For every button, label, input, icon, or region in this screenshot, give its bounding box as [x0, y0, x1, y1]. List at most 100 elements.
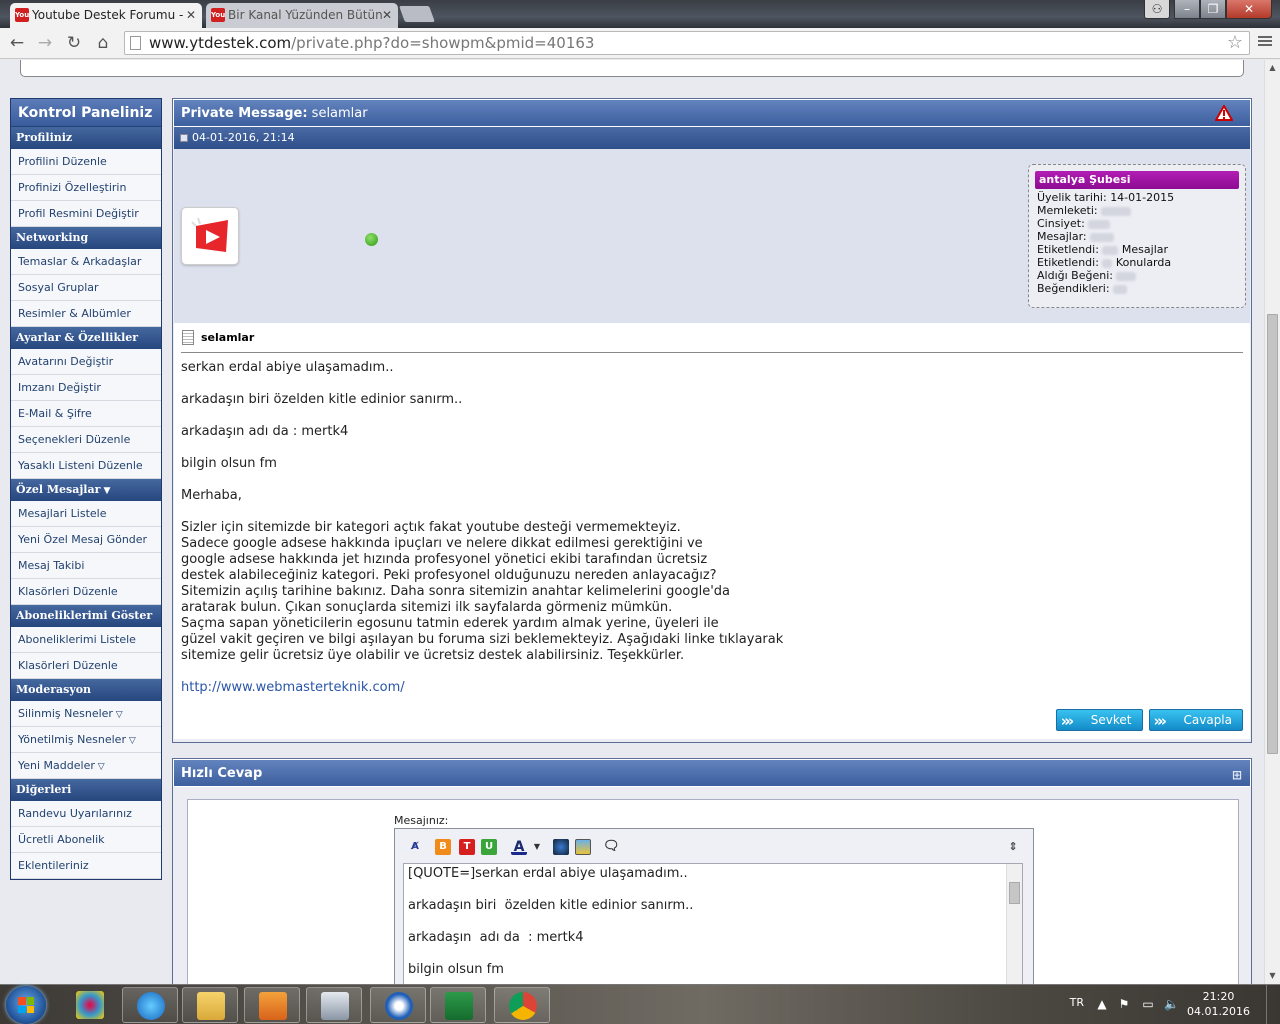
- home-icon[interactable]: ⌂: [92, 32, 114, 54]
- editor-scrollbar[interactable]: [1006, 864, 1022, 984]
- forward-arrow-icon[interactable]: →: [34, 32, 56, 54]
- sidebar-item[interactable]: Klasörleri Düzenle: [11, 579, 161, 605]
- quick-reply-panel: Hızlı Cevap ⊞ Mesajınız: A̸ B T U A ▼ 🗨 …: [172, 758, 1252, 984]
- back-arrow-icon[interactable]: ←: [6, 32, 28, 54]
- clock-time: 21:20: [1202, 990, 1235, 1003]
- sidebar-item[interactable]: Yeni Maddeler ▽: [11, 753, 161, 779]
- volume-icon[interactable]: 🔈: [1164, 998, 1179, 1010]
- tab-title: Youtube Destek Forumu -: [32, 8, 184, 22]
- sidebar-item[interactable]: Profil Resmini Değiştir: [11, 201, 161, 227]
- scroll-down-icon[interactable]: ▼: [1265, 968, 1280, 984]
- maximize-button[interactable]: ❐: [1200, 0, 1226, 19]
- bold-icon[interactable]: B: [435, 839, 451, 855]
- remove-format-icon[interactable]: A̸: [407, 839, 423, 855]
- insert-image-icon[interactable]: [575, 839, 591, 855]
- action-center-flag-icon[interactable]: ⚑: [1118, 998, 1130, 1010]
- sidebar-item[interactable]: Eklentileriniz: [11, 853, 161, 879]
- quote-icon[interactable]: 🗨: [603, 839, 620, 855]
- reply-button[interactable]: »» Cavapla: [1148, 709, 1243, 731]
- taskbar-app[interactable]: [182, 987, 238, 1023]
- control-panel-sidebar: Kontrol Paneliniz Profiliniz Profilini Dü…: [10, 98, 162, 880]
- chevron-down-icon[interactable]: ▼: [529, 839, 545, 855]
- dropdown-arrow-icon[interactable]: ▽: [126, 736, 136, 746]
- profile-icon[interactable]: ⚇: [1144, 0, 1170, 19]
- page-scrollbar[interactable]: ▲ ▼: [1264, 60, 1280, 984]
- tab-bir-kanal[interactable]: You Bir Kanal Yüzünden Bütün ✕: [206, 3, 398, 28]
- close-tab-icon[interactable]: ✕: [186, 3, 196, 27]
- collapse-icon[interactable]: ⊞: [1232, 761, 1242, 789]
- insert-link-icon[interactable]: [553, 839, 569, 855]
- sidebar-item[interactable]: Yasaklı Listeni Düzenle: [11, 453, 161, 479]
- redacted-value: [1088, 219, 1111, 229]
- scroll-up-icon[interactable]: ▲: [1265, 60, 1280, 76]
- username[interactable]: antalya Şubesi: [1035, 171, 1239, 189]
- sidebar-item-label: Yönetilmiş Nesneler: [18, 733, 126, 746]
- sidebar-item[interactable]: Sosyal Gruplar: [11, 275, 161, 301]
- sidebar-item[interactable]: Imzanı Değiştir: [11, 375, 161, 401]
- dropdown-arrow-icon[interactable]: ▽: [95, 762, 105, 772]
- sidebar-item[interactable]: Temaslar & Arkadaşlar: [11, 249, 161, 275]
- font-color-icon[interactable]: A: [511, 839, 527, 855]
- taskbar-app[interactable]: [430, 987, 486, 1023]
- tab-youtube-destek[interactable]: You Youtube Destek Forumu - ✕: [10, 3, 202, 28]
- resize-editor-icon[interactable]: ⇕: [1005, 839, 1021, 855]
- minimize-button[interactable]: –: [1174, 0, 1200, 19]
- address-bar[interactable]: www.ytdestek.com/private.php?do=showpm&p…: [124, 31, 1250, 55]
- taskbar-app[interactable]: [244, 987, 300, 1023]
- close-window-button[interactable]: ✕: [1226, 0, 1272, 19]
- language-indicator[interactable]: TR: [1070, 996, 1084, 1009]
- close-tab-icon[interactable]: ✕: [382, 3, 392, 27]
- message-line: [181, 664, 1243, 680]
- sidebar-item[interactable]: Klasörleri Düzenle: [11, 653, 161, 679]
- sidebar-section-heading[interactable]: Aboneliklerimi Göster ▼: [11, 605, 161, 645]
- taskbar-app[interactable]: [370, 987, 426, 1023]
- sidebar-item[interactable]: Profinizi Özelleştirin: [11, 175, 161, 201]
- avatar[interactable]: [181, 207, 239, 265]
- show-desktop-button[interactable]: [1266, 985, 1280, 1024]
- chevron-down-icon[interactable]: ▼: [100, 486, 111, 496]
- network-icon[interactable]: ▭: [1142, 998, 1154, 1010]
- sidebar-item[interactable]: Ücretli Abonelik: [11, 827, 161, 853]
- sidebar-section-heading: Moderasyon: [11, 679, 161, 701]
- sidebar-item[interactable]: Aboneliklerimi Listele: [11, 627, 161, 653]
- message-link[interactable]: http://www.webmasterteknik.com/: [181, 680, 405, 695]
- sidebar-item[interactable]: Yeni Özel Mesaj Gönder: [11, 527, 161, 553]
- reload-icon[interactable]: ↻: [63, 32, 85, 54]
- italic-icon[interactable]: T: [459, 839, 475, 855]
- sidebar-item[interactable]: Randevu Uyarılarınız: [11, 801, 161, 827]
- sidebar-item[interactable]: Seçenekleri Düzenle: [11, 427, 161, 453]
- ccleaner-icon: [385, 992, 413, 1020]
- sidebar-item[interactable]: E-Mail & Şifre: [11, 401, 161, 427]
- scroll-thumb[interactable]: [1267, 314, 1278, 754]
- chrome-menu-icon[interactable]: [1258, 34, 1272, 50]
- sidebar-item[interactable]: Silinmiş Nesneler ▽: [11, 701, 161, 727]
- taskbar-app[interactable]: [62, 987, 118, 1023]
- user-field: Aldığı Beğeni:: [1037, 269, 1237, 282]
- forward-button[interactable]: »» Sevket: [1055, 709, 1143, 731]
- report-warning-icon[interactable]: [1215, 105, 1233, 121]
- sidebar-item-label: Mesaj Takibi: [18, 559, 85, 572]
- sidebar-item[interactable]: Mesajlari Listele: [11, 501, 161, 527]
- start-button[interactable]: [6, 986, 46, 1024]
- sidebar-item[interactable]: Avatarını Değiştir: [11, 349, 161, 375]
- bookmark-star-icon[interactable]: ☆: [1227, 32, 1243, 54]
- dropdown-arrow-icon[interactable]: ▽: [113, 710, 123, 720]
- sidebar-item[interactable]: Resimler & Albümler: [11, 301, 161, 327]
- sidebar-title: Kontrol Paneliniz: [11, 99, 161, 127]
- sidebar-section-heading[interactable]: Özel Mesajlar ▼: [11, 479, 161, 501]
- underline-icon[interactable]: U: [481, 839, 497, 855]
- redacted-value: [1101, 206, 1132, 216]
- sidebar-item[interactable]: Profilini Düzenle: [11, 149, 161, 175]
- sidebar-item[interactable]: Yönetilmiş Nesneler ▽: [11, 727, 161, 753]
- taskbar-app[interactable]: [122, 987, 178, 1023]
- sidebar-item[interactable]: Mesaj Takibi: [11, 553, 161, 579]
- taskbar-app[interactable]: [494, 987, 550, 1023]
- message-line: destek alabileceğiniz kategori. Peki pro…: [181, 568, 717, 583]
- show-hidden-icons-icon[interactable]: ▲: [1096, 998, 1108, 1010]
- clock[interactable]: 21:20 04.01.2016: [1187, 989, 1250, 1019]
- message-line: [181, 472, 1243, 488]
- new-tab-button[interactable]: [399, 6, 435, 22]
- user-field: Mesajlar:: [1037, 230, 1237, 243]
- taskbar-app[interactable]: [306, 987, 362, 1023]
- message-textarea[interactable]: [QUOTE=]serkan erdal abiye ulaşamadım.. a…: [403, 863, 1023, 984]
